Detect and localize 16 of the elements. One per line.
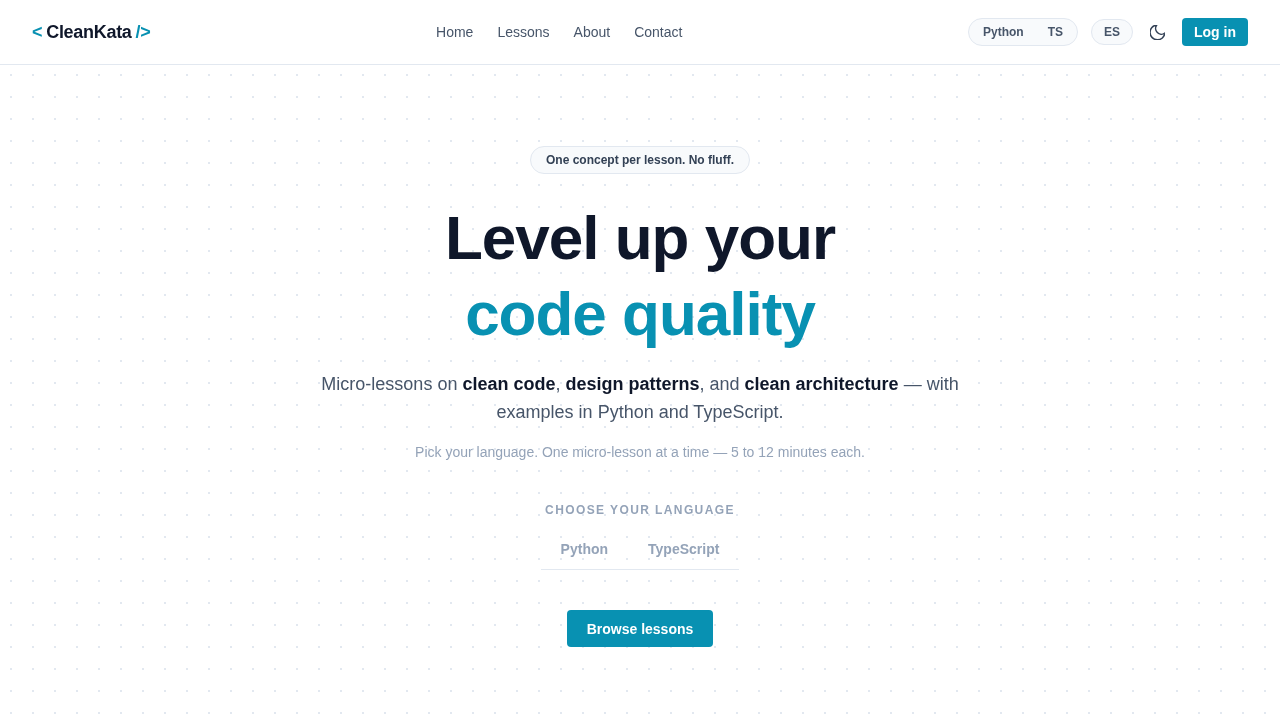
moon-icon[interactable] — [1150, 24, 1165, 40]
nav-link[interactable]: Contact — [634, 24, 683, 40]
login-button[interactable]: Log in — [1182, 18, 1248, 46]
locale-button[interactable]: ES — [1091, 19, 1133, 45]
hero-note: Pick your language. One micro-lesson at a time — 5 to 12 minutes each. — [415, 443, 865, 462]
hero-headline: Level up your code quality — [444, 202, 836, 350]
language-option[interactable]: TS — [1035, 21, 1075, 43]
hero-description: Micro-lessons on clean code, design patterns, and clean architecture — with examples in Python and TypeScript. — [320, 373, 960, 424]
browse-lessons-button[interactable]: Browse lessons — [566, 610, 714, 647]
nav-link[interactable]: About — [573, 24, 611, 40]
language-option[interactable]: Python — [970, 21, 1036, 43]
nav-link[interactable]: Home — [436, 24, 474, 40]
section-label: CHOOSE YOUR LANGUAGE — [545, 502, 735, 518]
tagline-pill: One concept per lesson. No fluff. — [530, 146, 750, 174]
logo[interactable]: < CleanKata /> — [32, 21, 151, 43]
nav-link[interactable]: Lessons — [497, 24, 550, 40]
